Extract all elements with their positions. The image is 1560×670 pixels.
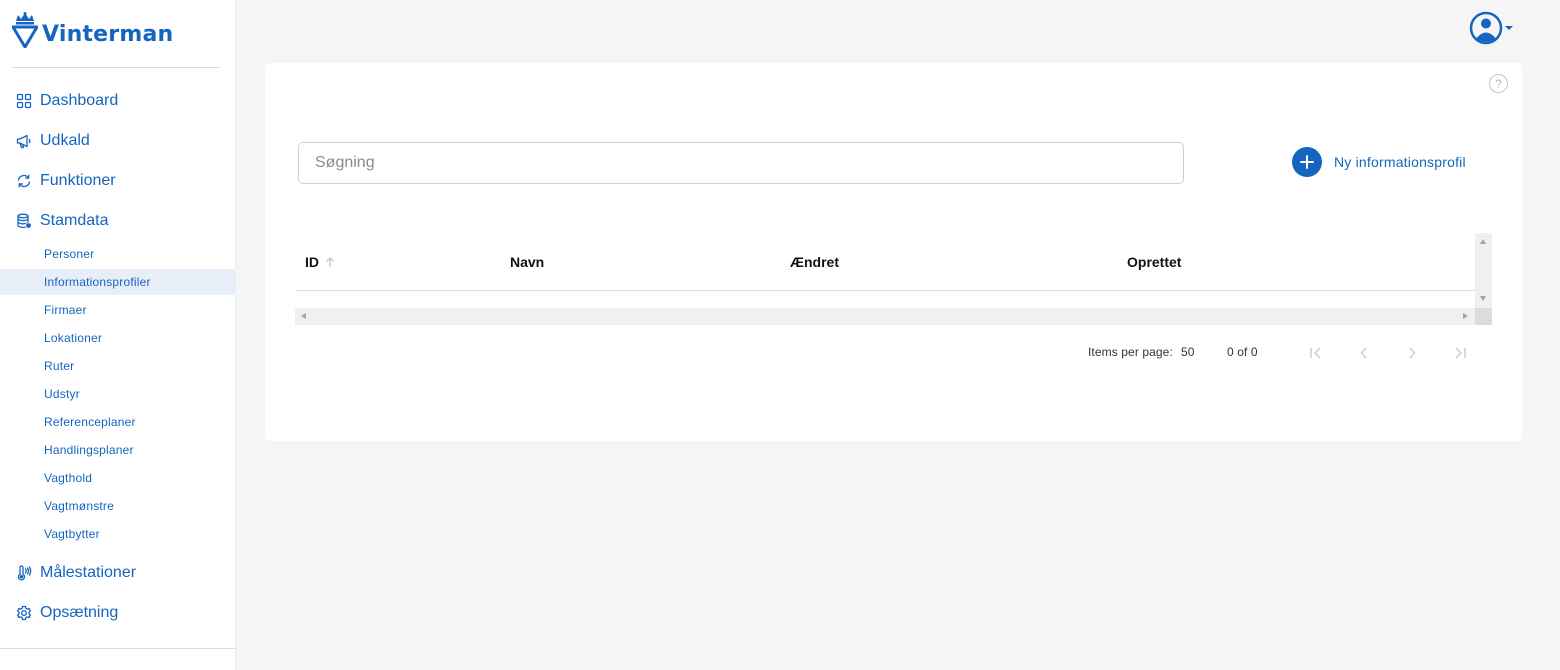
sidebar-subitem-referenceplaner[interactable]: Referenceplaner <box>0 409 236 435</box>
sidebar-subitem-vagthold[interactable]: Vagthold <box>0 465 236 491</box>
next-page-button[interactable] <box>1400 341 1424 365</box>
scroll-left-arrow-icon[interactable] <box>301 313 306 319</box>
plus-icon <box>1292 147 1322 177</box>
sidebar-item-label: Udkald <box>40 132 90 149</box>
thermometer-icon <box>16 565 32 581</box>
items-per-page-select[interactable]: 50 <box>1181 345 1195 359</box>
crown-logo-icon <box>12 12 38 48</box>
horizontal-scrollbar[interactable] <box>295 308 1475 325</box>
items-per-page-label: Items per page: <box>1088 345 1173 359</box>
vertical-scrollbar[interactable] <box>1475 233 1492 308</box>
sidebar-item-opsaetning[interactable]: Opsætning <box>0 593 236 633</box>
sidebar-subitem-ruter[interactable]: Ruter <box>0 353 236 379</box>
sidebar-subitem-informationsprofiler[interactable]: Informationsprofiler <box>0 269 236 295</box>
user-menu-button[interactable] <box>1468 11 1514 45</box>
sidebar-divider <box>12 67 220 68</box>
gear-icon <box>16 605 32 621</box>
sort-arrow-up-icon <box>325 256 335 268</box>
scrollbar-corner <box>1475 308 1492 325</box>
grid-icon <box>16 93 32 109</box>
new-information-profile-button[interactable]: Ny informationsprofil <box>1292 147 1466 177</box>
sidebar-subitem-vagtbytter[interactable]: Vagtbytter <box>0 521 236 547</box>
megaphone-icon <box>16 133 32 149</box>
previous-page-button[interactable] <box>1352 341 1376 365</box>
scroll-right-arrow-icon[interactable] <box>1463 313 1468 319</box>
chevron-left-icon <box>1360 347 1367 359</box>
account-icon <box>1469 11 1503 45</box>
page-range-label: 0 of 0 <box>1227 345 1258 359</box>
sidebar-item-label: Målestationer <box>40 564 137 581</box>
scroll-up-arrow-icon[interactable] <box>1480 239 1486 244</box>
sidebar-subitem-firmaer[interactable]: Firmaer <box>0 297 236 323</box>
sidebar-divider <box>0 648 236 649</box>
first-page-icon <box>1310 347 1321 359</box>
sidebar-item-udkald[interactable]: Udkald <box>0 121 236 161</box>
column-header-aendret[interactable]: Ændret <box>790 233 839 291</box>
table-header-row: ID Navn Ændret Oprettet <box>295 233 1475 291</box>
sidebar-subitem-udstyr[interactable]: Udstyr <box>0 381 236 407</box>
content-card: ? Ny informationsprofil ID Navn Ændret O… <box>265 63 1522 441</box>
sidebar-item-malestationer[interactable]: Målestationer <box>0 553 236 593</box>
search-input[interactable] <box>298 142 1184 184</box>
database-icon <box>16 213 32 229</box>
sidebar-item-label: Opsætning <box>40 604 119 621</box>
sidebar-item-stamdata[interactable]: Stamdata <box>0 201 236 241</box>
help-icon[interactable]: ? <box>1489 74 1508 93</box>
sidebar-item-label: Stamdata <box>40 212 109 229</box>
sidebar-item-label: Dashboard <box>40 92 119 109</box>
data-table: ID Navn Ændret Oprettet <box>295 233 1492 325</box>
sidebar-subitem-lokationer[interactable]: Lokationer <box>0 325 236 351</box>
sidebar-item-dashboard[interactable]: Dashboard <box>0 81 236 121</box>
scroll-down-arrow-icon[interactable] <box>1480 296 1486 301</box>
column-header-label: ID <box>305 254 319 270</box>
refresh-icon <box>16 173 32 189</box>
column-header-navn[interactable]: Navn <box>510 233 544 291</box>
sidebar-item-label: Funktioner <box>40 172 116 189</box>
last-page-icon <box>1455 347 1466 359</box>
sidebar-subitem-handlingsplaner[interactable]: Handlingsplaner <box>0 437 236 463</box>
first-page-button[interactable] <box>1304 341 1328 365</box>
column-header-oprettet[interactable]: Oprettet <box>1127 233 1181 291</box>
column-header-id[interactable]: ID <box>305 233 335 291</box>
new-button-label: Ny informationsprofil <box>1334 154 1466 170</box>
sidebar-subitem-personer[interactable]: Personer <box>0 241 236 267</box>
chevron-right-icon <box>1409 347 1416 359</box>
last-page-button[interactable] <box>1448 341 1472 365</box>
sidebar-item-funktioner[interactable]: Funktioner <box>0 161 236 201</box>
sidebar-subitem-vagtmonstre[interactable]: Vagtmønstre <box>0 493 236 519</box>
logo[interactable]: Vinterman <box>12 12 173 48</box>
caret-down-icon <box>1505 26 1513 30</box>
sidebar: Vinterman Dashboard Udkald Funktioner St… <box>0 0 236 670</box>
brand-name: Vinterman <box>42 22 174 47</box>
